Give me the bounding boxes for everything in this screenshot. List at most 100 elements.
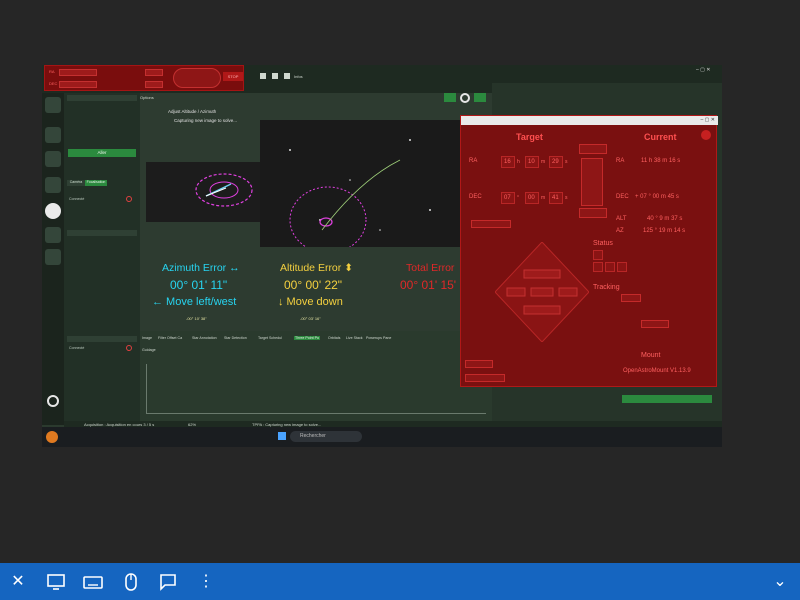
- disconnect-icon[interactable]: [126, 196, 132, 202]
- park-button[interactable]: [465, 360, 493, 368]
- plate-solve-thumbnail: [146, 162, 260, 222]
- tab-image[interactable]: Image: [142, 336, 152, 340]
- windows-taskbar: Rechercher: [42, 427, 722, 447]
- plugin-icon[interactable]: [284, 73, 290, 79]
- tab-filter-offset[interactable]: Filter Offset Ca: [158, 336, 182, 340]
- dec-m-unit: m: [541, 195, 546, 201]
- status-indicator-4: [617, 262, 627, 272]
- mount-panel-header: [67, 230, 137, 236]
- tab-star-detection[interactable]: Star Detection: [224, 336, 247, 340]
- azimuth-error-value: 00° 01' 11": [170, 278, 228, 292]
- tab-live-stack[interactable]: Live Stack: [346, 336, 363, 340]
- right-panel-action[interactable]: [622, 395, 712, 403]
- altitude-error-sub: -00° 03' 16": [300, 316, 321, 321]
- spinner-icon: [460, 93, 470, 103]
- gear-icon[interactable]: [701, 130, 711, 140]
- az-value: 125 ° 19 m 14 s: [643, 228, 686, 234]
- mount-label: Mount: [641, 352, 661, 359]
- polar-align-button[interactable]: [465, 374, 505, 382]
- taskbar-apps[interactable]: [376, 431, 486, 442]
- window-controls[interactable]: – ▢ ✕: [696, 67, 720, 73]
- tab-star-annotation[interactable]: Star Annotation: [192, 336, 217, 340]
- options-label[interactable]: Options: [140, 95, 154, 100]
- home-icon[interactable]: [260, 73, 266, 79]
- tab-three-point-polar[interactable]: Three Point Po: [294, 336, 320, 340]
- status-t-indicator: [593, 250, 603, 260]
- oat-action-button[interactable]: [471, 220, 511, 228]
- taskbar-search[interactable]: Rechercher: [290, 431, 362, 442]
- clock[interactable]: [676, 429, 720, 445]
- stop-button[interactable]: STOP: [223, 72, 243, 81]
- tab-powerups[interactable]: Powerups Pane: [366, 336, 391, 340]
- more-menu-icon[interactable]: ⋮: [196, 572, 216, 592]
- status-title: Adjust Altitude / Azimuth: [168, 109, 217, 114]
- nav-framing[interactable]: [45, 177, 61, 193]
- guiding-label: Guidage: [142, 348, 156, 352]
- ra-s-unit: s: [565, 159, 568, 165]
- speed-slider[interactable]: [641, 320, 669, 328]
- ra-label: RA: [49, 69, 55, 74]
- close-icon[interactable]: ✕: [8, 572, 28, 592]
- mount-coords-list: [68, 237, 136, 309]
- chat-icon[interactable]: [158, 572, 178, 592]
- nav-imaging[interactable]: [45, 203, 61, 219]
- openastromount-window: – ▢ ✕ Target Current RA DEC 16 h 10 m 29…: [460, 115, 718, 387]
- ra-seconds-field[interactable]: 29: [549, 156, 563, 168]
- current-label: Current: [644, 132, 677, 142]
- dec-seconds-field[interactable]: 41: [549, 192, 563, 204]
- chevron-down-icon[interactable]: ⌄: [770, 572, 790, 592]
- remote-desktop[interactable]: Infos – ▢ ✕ RA DEC STOP Aller Caméra Foc…: [42, 65, 722, 447]
- ra-field[interactable]: [59, 69, 97, 76]
- ra-current-label: RA: [616, 158, 625, 164]
- ra-hours-field[interactable]: 16: [501, 156, 515, 168]
- nav-skyatlas[interactable]: [45, 151, 61, 167]
- hc-button-2[interactable]: [145, 81, 163, 88]
- info-label[interactable]: Infos: [294, 74, 303, 79]
- stop-sequence-button[interactable]: [474, 93, 486, 102]
- alt-value: 40 ° 9 m 37 s: [647, 216, 683, 222]
- azimuth-move-hint: ← Move left/west: [152, 296, 237, 308]
- slew-to-button[interactable]: [579, 144, 607, 154]
- tab-orbitals[interactable]: Orbitals: [328, 336, 340, 340]
- az-label: AZ: [616, 228, 624, 234]
- power-icon[interactable]: [47, 395, 59, 407]
- sync-button[interactable]: [581, 158, 603, 206]
- hc-button-1[interactable]: [145, 69, 163, 76]
- ra-minutes-field[interactable]: 10: [525, 156, 539, 168]
- total-error-value: 00° 01' 15': [400, 278, 457, 292]
- oat-window-controls[interactable]: – ▢ ✕: [701, 117, 715, 123]
- mouse-icon[interactable]: [121, 572, 141, 592]
- tab-target-scheduler[interactable]: Target Schedul: [258, 336, 282, 340]
- nav-equipment[interactable]: [45, 127, 61, 143]
- nav-plugins[interactable]: [45, 249, 61, 265]
- dec-current-value: + 07 ° 00 m 45 s: [635, 194, 679, 200]
- go-home-button[interactable]: [579, 208, 607, 218]
- goto-button[interactable]: Aller: [68, 149, 136, 157]
- weather-icon[interactable]: [46, 431, 58, 443]
- monitor-icon[interactable]: [46, 572, 66, 592]
- disconnect-icon[interactable]: [126, 345, 132, 351]
- dec-s-unit: s: [565, 195, 568, 201]
- toolbar-icons[interactable]: [628, 73, 698, 79]
- nina-side-panel: Aller Caméra Focalisation Connecté Conne…: [64, 93, 140, 425]
- tracking-toggle[interactable]: [621, 294, 641, 302]
- tab-focus[interactable]: Focalisation: [85, 180, 107, 186]
- keyboard-icon[interactable]: [83, 572, 103, 592]
- start-icon[interactable]: [278, 432, 286, 440]
- nav-help[interactable]: [45, 97, 61, 113]
- dec-field[interactable]: [59, 81, 97, 88]
- dec-deg-unit: °: [517, 195, 519, 201]
- refresh-icon[interactable]: [272, 73, 278, 79]
- dec-minutes-field[interactable]: 00: [525, 192, 539, 204]
- alt-label: ALT: [616, 216, 627, 222]
- nav-options[interactable]: [45, 227, 61, 243]
- dec-degrees-field[interactable]: 07: [501, 192, 515, 204]
- slew-rate-buttons[interactable]: [531, 358, 627, 366]
- side-tabs: Caméra Focalisation: [67, 180, 137, 186]
- tray-icons[interactable]: [640, 432, 670, 440]
- slew-diamond[interactable]: [495, 242, 589, 342]
- pause-button[interactable]: [444, 93, 456, 102]
- slew-pad[interactable]: [173, 68, 221, 88]
- acquisition-header: [496, 83, 718, 89]
- tab-camera[interactable]: Caméra: [67, 180, 85, 186]
